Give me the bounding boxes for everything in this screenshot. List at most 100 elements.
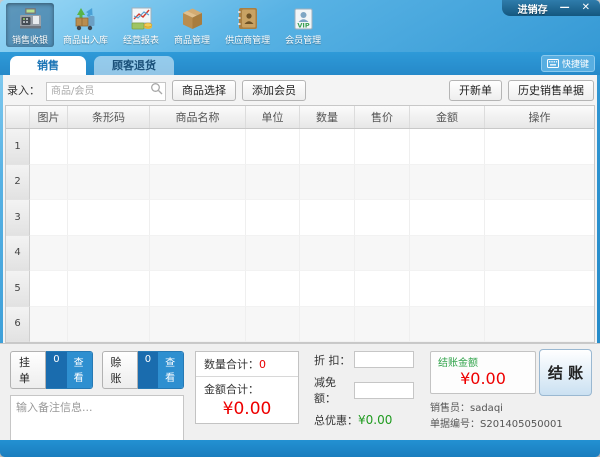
cell-actions: [485, 307, 594, 342]
cell-image: [30, 306, 68, 342]
checkout-button[interactable]: 结 账: [539, 349, 592, 396]
credit-view-label: 查看: [158, 352, 183, 388]
total-discount-label: 总优惠：: [314, 414, 358, 427]
cell-unit: [246, 271, 300, 307]
table-row[interactable]: 3: [6, 200, 594, 236]
order-meta: 销售员：sadaqi 单据编号：S201405050001: [430, 401, 592, 432]
toolbar-item-stock-in-out[interactable]: 商品出入库: [57, 3, 114, 47]
toolbar-item-products[interactable]: 商品管理: [168, 3, 216, 47]
total-discount-row: 总优惠：¥0.00: [314, 412, 414, 428]
quantity-total-row: 数量合计：0: [196, 352, 298, 377]
add-member-button[interactable]: 添加会员: [242, 79, 306, 101]
salesperson-row: 销售员：sadaqi: [430, 401, 592, 417]
deduction-input[interactable]: [354, 381, 414, 399]
toolbar-item-suppliers[interactable]: 供应商管理: [219, 3, 276, 47]
checkout-amount-box: 结账金额 ¥0.00: [430, 351, 536, 394]
minimize-button[interactable]: —: [560, 3, 570, 13]
cell-quantity: [300, 306, 355, 342]
remarks-textarea[interactable]: [10, 395, 184, 443]
hold-order-view-badge[interactable]: 0 查看: [46, 351, 93, 389]
cell-quantity: [300, 271, 355, 307]
header-cell-rownum: [6, 106, 30, 128]
tab-customer-returns[interactable]: 顾客退货: [94, 56, 174, 75]
table-row[interactable]: 2: [6, 164, 594, 200]
cell-product-name: [150, 129, 246, 165]
cell-amount: [410, 235, 485, 271]
cell-actions: [485, 129, 594, 165]
hold-order-button[interactable]: 挂单: [10, 351, 47, 389]
amount-total-row: 金额合计： ¥0.00: [196, 377, 298, 419]
close-button[interactable]: ✕: [582, 3, 590, 13]
header-cell-image: 图片: [30, 106, 68, 128]
search-icon: [151, 83, 163, 95]
row-number: 4: [6, 235, 30, 271]
cell-quantity: [300, 129, 355, 165]
sales-items-table: 图片 条形码 商品名称 单位 数量 售价 金额 操作 1 2 3 4 5 6: [5, 105, 595, 343]
cell-unit: [246, 164, 300, 200]
header-cell-unit: 单位: [246, 106, 300, 128]
row-number: 2: [6, 164, 30, 200]
cell-barcode: [68, 164, 150, 200]
tab-strip: 销售 顾客退货 快捷键: [0, 52, 600, 75]
window-title: 进销存: [517, 4, 548, 16]
cell-image: [30, 129, 68, 165]
discount-input[interactable]: [354, 351, 414, 368]
cell-product-name: [150, 271, 246, 307]
cell-image: [30, 271, 68, 307]
salesperson-label: 销售员：: [430, 403, 470, 414]
window-bottom-edge: [0, 440, 600, 457]
table-row[interactable]: 5: [6, 271, 594, 307]
row-number: 1: [6, 129, 30, 165]
tab-sales[interactable]: 销售: [10, 56, 86, 75]
cell-barcode: [68, 129, 150, 165]
footer-left-column: 挂单 0 查看 赊账 0 查看: [10, 351, 184, 443]
cash-register-icon: [19, 8, 41, 29]
quantity-total-value: 0: [259, 358, 266, 371]
cell-quantity: [300, 200, 355, 236]
table-row[interactable]: 6: [6, 306, 594, 342]
cell-image: [30, 235, 68, 271]
sales-history-button[interactable]: 历史销售单据: [508, 79, 594, 101]
table-row[interactable]: 4: [6, 235, 594, 271]
new-order-button[interactable]: 开新单: [449, 79, 502, 101]
table-row[interactable]: 1: [6, 129, 594, 165]
header-cell-price: 售价: [355, 106, 410, 128]
cell-barcode: [68, 200, 150, 236]
cell-product-name: [150, 200, 246, 236]
shortcut-keys-button[interactable]: 快捷键: [540, 55, 595, 72]
table-body: 1 2 3 4 5 6: [6, 129, 594, 342]
cell-unit: [246, 200, 300, 236]
discount-row: 折 扣：: [314, 351, 414, 368]
toolbar-item-reports[interactable]: 经营报表: [117, 3, 165, 47]
toolbar-item-sales-checkout[interactable]: 销售收银: [6, 3, 55, 47]
cell-amount: [410, 129, 485, 165]
app-window: 进销存 — ✕ 销售收银 商品出入库 经营报表 商品管理 供应商管理 VIP 会…: [0, 0, 600, 457]
row-number: 3: [6, 200, 30, 236]
cell-price: [355, 235, 410, 271]
product-member-input[interactable]: [46, 82, 166, 101]
receipt-row: 单据编号：S201405050001: [430, 417, 592, 433]
cell-product-name: [150, 164, 246, 200]
header-cell-actions: 操作: [528, 111, 551, 124]
deduction-row: 减免额：: [314, 374, 414, 406]
toolbar-item-members[interactable]: VIP 会员管理: [279, 3, 327, 47]
salesperson-value: sadaqi: [470, 403, 503, 414]
product-select-button[interactable]: 商品选择: [172, 79, 236, 101]
cell-actions: [485, 236, 594, 271]
discount-column: 折 扣： 减免额： 总优惠：¥0.00: [314, 351, 414, 441]
deduction-label: 减免额：: [314, 376, 336, 405]
cell-price: [355, 164, 410, 200]
quantity-total-label: 数量合计：: [204, 358, 259, 371]
cell-barcode: [68, 271, 150, 307]
cell-price: [355, 129, 410, 165]
credit-view-badge[interactable]: 0 查看: [137, 351, 184, 389]
receipt-value: S201405050001: [480, 418, 563, 430]
header-cell-amount: 金额: [410, 106, 485, 128]
supplier-book-icon: [238, 8, 258, 29]
credit-count: 0: [137, 352, 159, 388]
entry-row: 录入： 商品选择 添加会员 开新单 历史销售单据: [3, 75, 597, 105]
credit-button[interactable]: 赊账: [101, 351, 138, 389]
header-cell-barcode: 条形码: [68, 106, 150, 128]
stock-in-out-icon: [75, 8, 95, 31]
toolbar-item-label: 会员管理: [285, 36, 322, 46]
